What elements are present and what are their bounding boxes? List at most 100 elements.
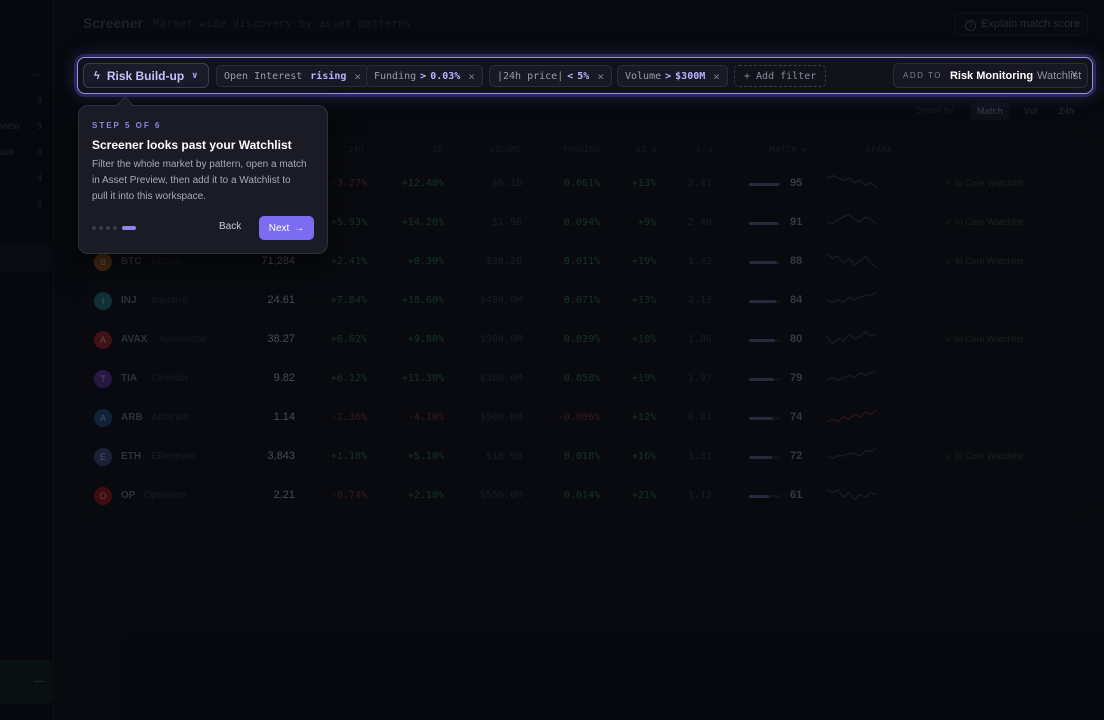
d24-cell: -2.36% [330, 412, 367, 423]
progress-dot [122, 226, 136, 230]
tour-back-button[interactable]: Back [219, 221, 241, 232]
price-cell: 3,843 [267, 450, 295, 462]
sparkline [826, 292, 877, 303]
sidebar-item[interactable]: um 3 [0, 140, 54, 166]
sparkline-path [826, 330, 877, 345]
column-header-volume[interactable]: VOLUME [490, 145, 522, 154]
coin-name: Bitcoin [151, 256, 182, 267]
table-row[interactable]: A ARB Arbitrum 1.14 -2.36% -4.10% $500.0M -0.00… [83, 398, 1089, 437]
remove-filter-icon[interactable]: × [354, 70, 361, 83]
add-to-watchlist-dropdown[interactable]: ADD TO Risk Monitoring Watchlist ∨ [893, 63, 1088, 88]
preset-dropdown[interactable]: ϟ Risk Build-up ∨ [83, 63, 210, 88]
sort-option-vol[interactable]: Vol [1018, 103, 1043, 120]
column-header-oi-delta[interactable]: OI Δ [636, 145, 657, 154]
coin-name: Ethereum [151, 451, 195, 462]
match-bar [749, 339, 781, 342]
price-cell: 38.27 [267, 333, 295, 345]
match-score: 72 [790, 450, 803, 462]
sparkline [826, 489, 877, 501]
sidebar-item-screener-active[interactable] [0, 244, 52, 272]
volume-cell: $6.1B [491, 178, 522, 189]
match-score: 84 [790, 294, 803, 306]
coin-symbol: ARB [121, 412, 143, 423]
volume-cell: $1.9B [491, 217, 522, 228]
column-header-7d[interactable]: 7D [432, 145, 443, 154]
coin-icon: T [94, 370, 112, 388]
table-row[interactable]: T TIA Celestia 9.82 +6.12% +11.30% $380.0M 0.05… [83, 359, 1089, 398]
remove-filter-icon[interactable]: × [597, 70, 604, 83]
coin-symbol: ETH [121, 451, 141, 462]
coin-name: Arbitrum [151, 412, 190, 423]
volume-cell: $18.9B [485, 451, 522, 462]
d7-cell: +14.20% [401, 217, 444, 228]
match-score: 91 [790, 216, 803, 228]
oi-cell: +13% [631, 178, 656, 189]
match-bar [749, 261, 781, 264]
match-bar-fill [749, 222, 778, 225]
sparkline-path [826, 292, 877, 303]
sparkline-path [826, 213, 877, 225]
column-header-funding[interactable]: FUNDING [563, 145, 600, 154]
volume-cell: $38.2B [485, 256, 522, 267]
add-filter-button[interactable]: + Add filter [734, 65, 827, 87]
table-row[interactable]: I INJ Injective 24.61 +7.84% +18.60% $480.0M 0.… [83, 281, 1089, 320]
ls-cell: 1.31 [687, 451, 712, 462]
chevron-down-icon: ∨ [191, 70, 199, 80]
tour-next-button[interactable]: Next → [259, 216, 314, 240]
d7-cell: +18.60% [401, 295, 444, 306]
table-row[interactable]: A AVAX Avalanche 38.27 +6.62% +9.80% $900.0M 0.… [83, 320, 1089, 359]
funding-cell: 0.094% [563, 217, 600, 228]
progress-dot [113, 226, 117, 230]
coin-icon: O [94, 487, 112, 505]
oi-cell: +19% [631, 256, 656, 267]
sparkline [826, 253, 877, 269]
remove-filter-icon[interactable]: × [468, 70, 475, 83]
table-row[interactable]: O OP Optimism 2.21 -0.74% +2.10% $550.0M 0.014%… [83, 476, 1089, 515]
ls-cell: 0.81 [687, 412, 712, 423]
funding-cell: -0.006% [557, 412, 600, 423]
chevron-down-icon: ∨ [1070, 69, 1078, 80]
column-header-match[interactable]: MATCH ▾ [770, 145, 807, 154]
coin-name: Avalanche [159, 334, 206, 345]
match-score: 74 [790, 411, 803, 423]
watchlist-status: ✓ In Core Watchlist [945, 178, 1024, 188]
match-bar-fill [749, 183, 779, 186]
sidebar-item[interactable]: 8 [0, 88, 54, 114]
sidebar-bottom-item[interactable]: — [0, 660, 52, 704]
filter-chip-volume[interactable]: Volume > $300M × [617, 65, 728, 87]
funding-cell: 0.039% [563, 334, 600, 345]
filter-chip-open-interest[interactable]: Open Interest rising × [216, 65, 370, 87]
filter-chip-price-change[interactable]: |24h price| <5% × [489, 65, 612, 87]
coin-symbol: OP [121, 490, 136, 501]
sort-option-24h[interactable]: 24h [1053, 103, 1081, 120]
progress-dot [106, 226, 110, 230]
table-row[interactable]: E ETH Ethereum 3,843 +1.18% +5.10% $18.9B 0.018… [83, 437, 1089, 476]
sparkline-path [826, 174, 877, 189]
match-score: 79 [790, 372, 803, 384]
sparkline [826, 174, 877, 189]
price-cell: 9.82 [273, 372, 295, 384]
filter-chip-funding[interactable]: Funding >0.03% × [366, 65, 483, 87]
sidebar-item[interactable]: view 9 [0, 114, 54, 140]
coin-symbol: INJ [121, 295, 137, 306]
remove-filter-icon[interactable]: × [713, 70, 720, 83]
tour-body: Filter the whole market by pattern, open… [92, 159, 307, 202]
coin-icon: A [94, 409, 112, 427]
sparkline [826, 213, 877, 225]
ls-cell: 1.86 [687, 334, 712, 345]
d24-cell: +5.93% [330, 217, 367, 228]
match-bar [749, 495, 781, 498]
sparkline-path [826, 489, 877, 501]
sidebar-item[interactable]: 4 [0, 166, 54, 192]
sort-option-match[interactable]: Match [971, 103, 1010, 120]
oi-cell: +13% [631, 295, 656, 306]
column-header-24h[interactable]: 24H [348, 145, 364, 154]
column-header-ls[interactable]: L/S [697, 145, 713, 154]
explain-match-score-button[interactable]: ? Explain match score [954, 12, 1088, 36]
volume-cell: $900.0M [479, 334, 522, 345]
coin-name: Celestia [151, 373, 188, 384]
price-cell: 1.14 [273, 411, 295, 423]
sidebar-item[interactable]: — [0, 62, 54, 88]
sidebar-item[interactable]: 6 [0, 192, 54, 218]
sparkline [826, 409, 877, 423]
